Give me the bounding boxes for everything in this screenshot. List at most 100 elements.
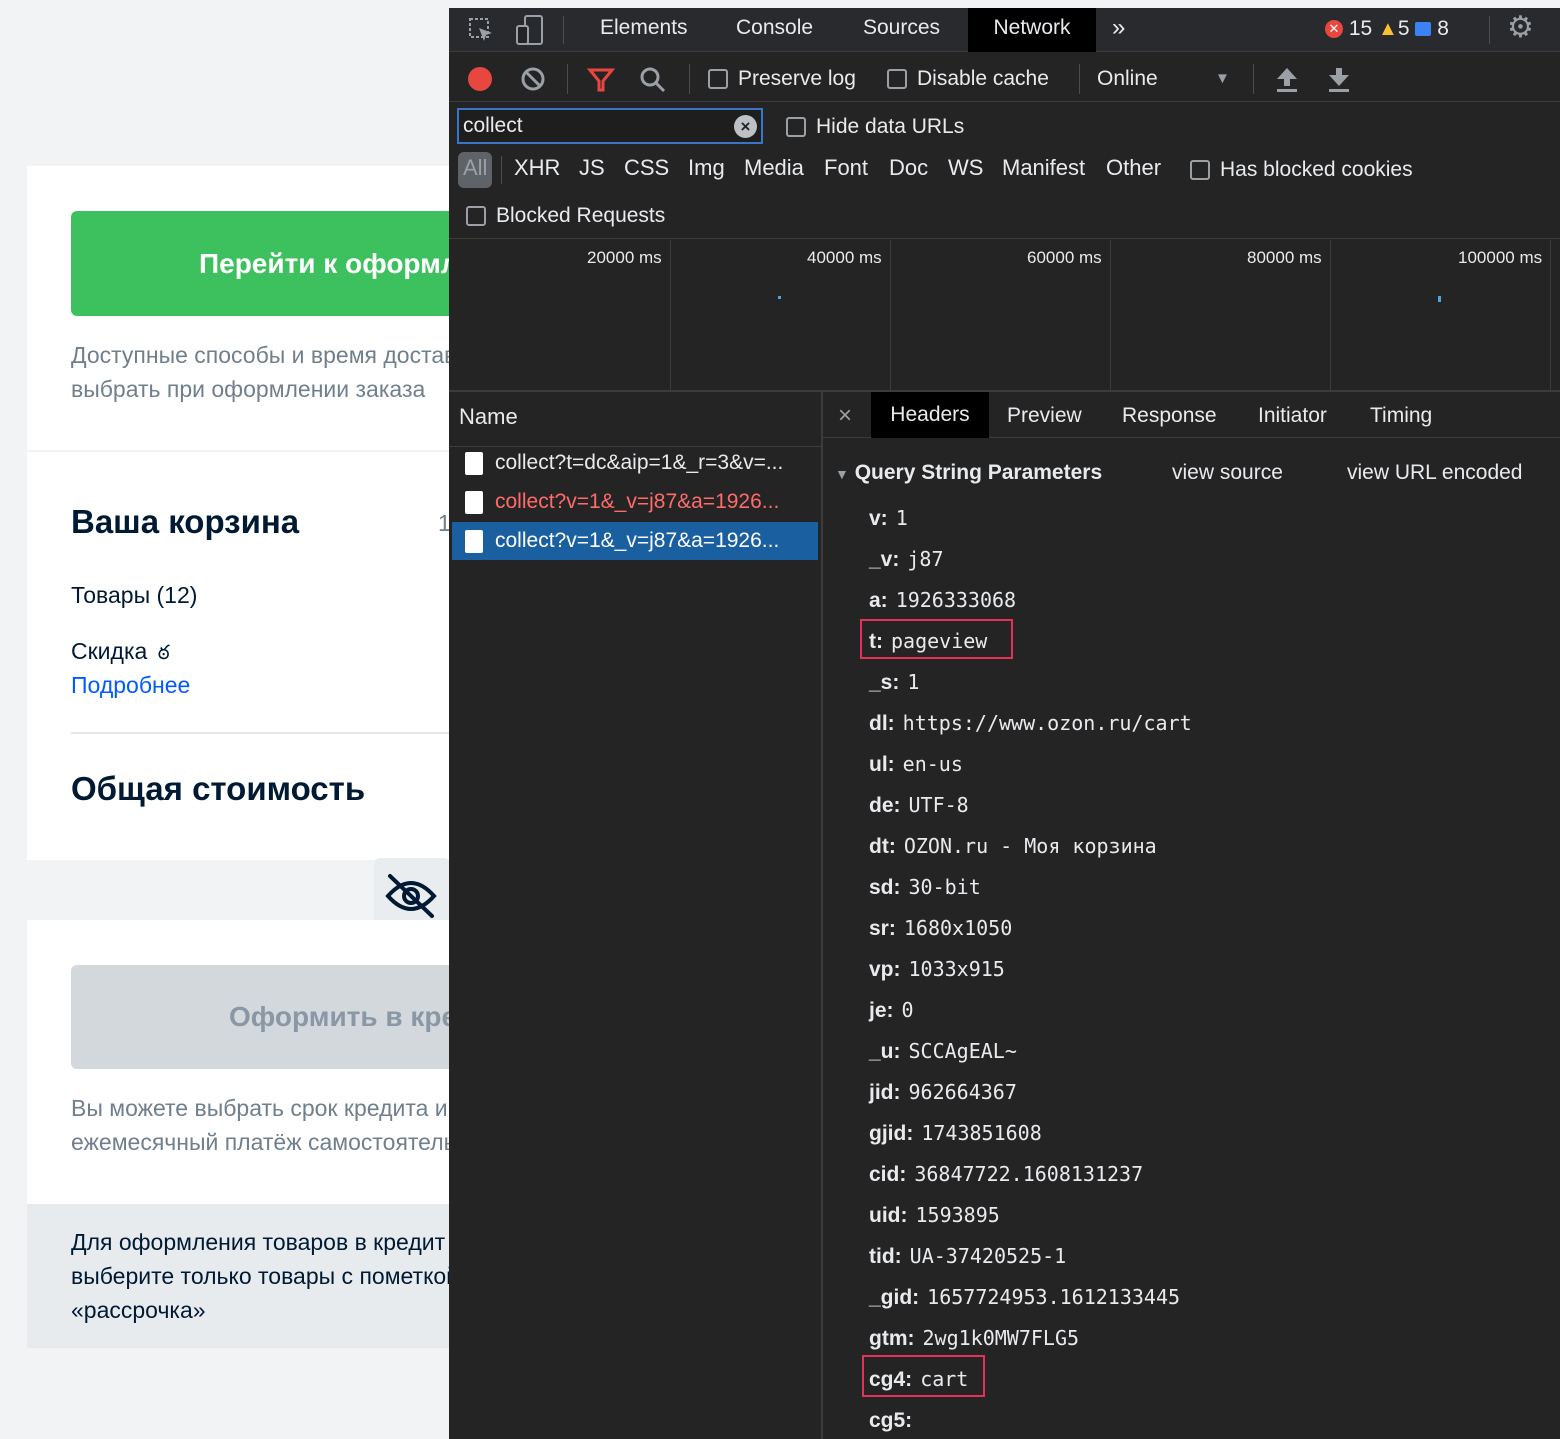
query-param-value: https://www.ozon.ru/cart xyxy=(902,711,1192,735)
query-param-key: cg5: xyxy=(869,1409,913,1432)
document-icon xyxy=(465,530,483,553)
type-all[interactable]: All xyxy=(463,155,487,181)
discount-label: Скидка ఠ xyxy=(71,638,170,669)
device-toolbar-icon[interactable] xyxy=(515,14,545,46)
toolbar-separator-3 xyxy=(1079,64,1080,94)
record-button[interactable] xyxy=(468,67,492,91)
checkout-button[interactable]: Перейти к оформлению xyxy=(71,211,491,316)
type-media[interactable]: Media xyxy=(744,155,804,181)
query-param-key: _v: xyxy=(869,548,900,571)
settings-gear-icon[interactable]: ⚙ xyxy=(1507,10,1534,45)
request-row[interactable]: collect?v=1&_v=j87&a=1926... xyxy=(452,483,818,521)
detail-tab-response[interactable]: Response xyxy=(1122,404,1217,428)
type-other[interactable]: Other xyxy=(1106,155,1161,181)
view-source-link[interactable]: view source xyxy=(1172,461,1283,485)
type-manifest[interactable]: Manifest xyxy=(1002,155,1085,181)
more-tabs-button[interactable]: » xyxy=(1112,8,1125,52)
installment-line3: «рассрочка» xyxy=(71,1297,206,1323)
more-link[interactable]: Подробнее xyxy=(71,672,190,699)
discount-info-icon[interactable]: ఠ xyxy=(158,642,170,664)
query-param-key: _u: xyxy=(869,1040,901,1063)
type-img[interactable]: Img xyxy=(688,155,725,181)
tab-network[interactable]: Network xyxy=(968,8,1096,52)
name-column-header[interactable]: Name xyxy=(459,404,518,430)
credit-button[interactable]: Оформить в кредит xyxy=(71,965,491,1069)
highlight-box-t xyxy=(860,619,1013,659)
query-param-value: 1926333068 xyxy=(895,588,1017,612)
filter-icon[interactable] xyxy=(587,66,615,94)
import-har-icon[interactable] xyxy=(1275,66,1299,94)
timeline-tick: 40000 ms xyxy=(807,248,882,267)
timeline-request-mark xyxy=(778,296,781,299)
type-doc[interactable]: Doc xyxy=(889,155,928,181)
request-name: collect?t=dc&aip=1&_r=3&v=... xyxy=(495,451,784,474)
disable-cache-label: Disable cache xyxy=(917,67,1049,90)
tab-sources[interactable]: Sources xyxy=(863,8,940,52)
query-param-row: sd: 30-bit xyxy=(869,875,981,900)
tab-console[interactable]: Console xyxy=(736,8,813,52)
has-blocked-cookies-box[interactable] xyxy=(1190,160,1210,181)
preserve-log-checkbox[interactable]: Preserve log xyxy=(708,64,856,94)
inspect-element-icon[interactable] xyxy=(467,16,495,44)
request-row[interactable]: collect?t=dc&aip=1&_r=3&v=... xyxy=(452,444,818,482)
divider xyxy=(71,732,451,734)
toolbar-separator-4 xyxy=(1253,64,1254,94)
has-blocked-cookies-checkbox[interactable]: Has blocked cookies xyxy=(1190,155,1413,185)
query-param-value: UA-37420525-1 xyxy=(909,1244,1067,1268)
detail-tab-timing[interactable]: Timing xyxy=(1370,404,1432,428)
issue-counters[interactable]: ✕ 15 ▲5 8 xyxy=(1325,14,1449,44)
query-param-key: _gid: xyxy=(869,1286,920,1309)
query-param-value: SCCAgEAL~ xyxy=(908,1039,1017,1063)
tabbar-separator-2 xyxy=(1489,16,1490,44)
query-param-row: _u: SCCAgEAL~ xyxy=(869,1039,1017,1064)
disable-cache-box[interactable] xyxy=(887,69,907,90)
close-detail-icon[interactable]: × xyxy=(838,402,852,430)
has-blocked-cookies-label: Has blocked cookies xyxy=(1220,158,1413,181)
type-separator xyxy=(501,156,502,184)
type-xhr[interactable]: XHR xyxy=(514,155,560,181)
highlight-box-cg4 xyxy=(862,1355,985,1397)
toolbar-separator-2 xyxy=(689,64,690,94)
query-section-header[interactable]: ▼ Query String Parameters xyxy=(835,461,1102,485)
detail-tab-initiator[interactable]: Initiator xyxy=(1258,404,1327,428)
hide-data-urls-box[interactable] xyxy=(786,117,806,138)
type-css[interactable]: CSS xyxy=(624,155,669,181)
query-param-value: 1680x1050 xyxy=(903,916,1013,940)
detail-tab-preview[interactable]: Preview xyxy=(1007,404,1082,428)
view-url-encoded-link[interactable]: view URL encoded xyxy=(1347,461,1523,485)
timeline-request-mark xyxy=(1438,296,1441,302)
timeline-tick: 100000 ms xyxy=(1458,248,1543,267)
query-param-key: dt: xyxy=(869,835,896,858)
throttling-select[interactable]: Online ▼ xyxy=(1097,64,1231,94)
query-param-value: OZON.ru - Моя корзина xyxy=(903,834,1157,858)
blocked-requests-checkbox[interactable]: Blocked Requests xyxy=(466,201,665,231)
query-param-key: uid: xyxy=(869,1204,908,1227)
query-param-key: je: xyxy=(869,999,894,1022)
type-font[interactable]: Font xyxy=(824,155,868,181)
search-icon[interactable] xyxy=(639,66,667,94)
panel-splitter[interactable] xyxy=(821,392,823,1439)
query-param-row: dl: https://www.ozon.ru/cart xyxy=(869,711,1192,736)
disable-cache-checkbox[interactable]: Disable cache xyxy=(887,64,1049,94)
query-param-key: v: xyxy=(869,507,888,530)
query-param-row: jid: 962664367 xyxy=(869,1080,1017,1105)
detail-tab-headers[interactable]: Headers xyxy=(871,392,989,438)
type-js[interactable]: JS xyxy=(579,155,605,181)
query-param-key: gtm: xyxy=(869,1327,915,1350)
request-row-selected[interactable]: collect?v=1&_v=j87&a=1926... xyxy=(452,522,818,560)
blocked-requests-box[interactable] xyxy=(466,206,486,227)
preserve-log-label: Preserve log xyxy=(738,67,856,90)
message-icon xyxy=(1415,22,1432,37)
clear-filter-icon[interactable]: × xyxy=(734,115,757,138)
timeline-gridline-1 xyxy=(670,240,671,390)
filter-input[interactable] xyxy=(463,112,723,140)
query-param-value: 0 xyxy=(901,998,914,1022)
export-har-icon[interactable] xyxy=(1327,66,1351,94)
installment-line1: Для оформления товаров в кредит xyxy=(71,1229,446,1255)
query-param-key: _s: xyxy=(869,671,900,694)
preserve-log-box[interactable] xyxy=(708,69,728,90)
tab-elements[interactable]: Elements xyxy=(600,8,688,52)
type-ws[interactable]: WS xyxy=(948,155,983,181)
hide-data-urls-checkbox[interactable]: Hide data URLs xyxy=(786,112,964,142)
clear-icon[interactable] xyxy=(520,66,546,92)
